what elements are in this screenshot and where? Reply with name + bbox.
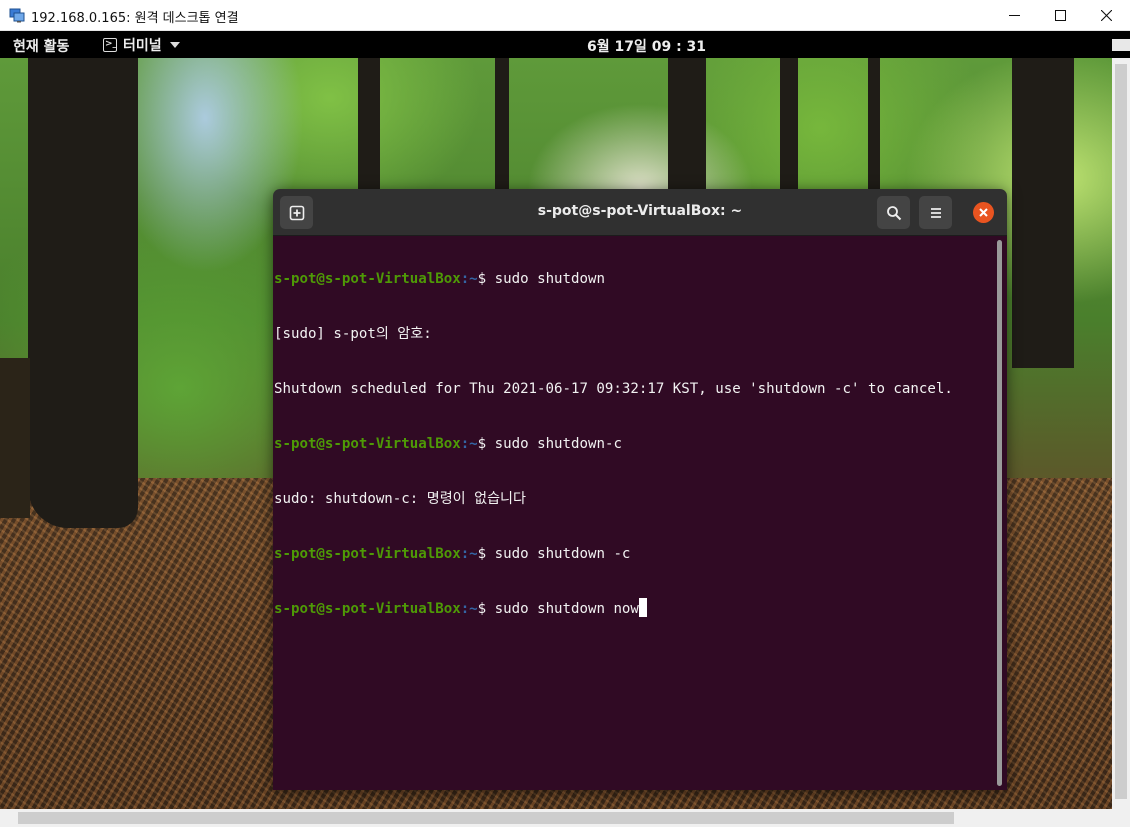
app-menu[interactable]: >_ 터미널 bbox=[103, 35, 180, 55]
output-text: [sudo] s-pot의 암호: bbox=[274, 326, 432, 342]
activities-button[interactable]: 현재 활동 bbox=[13, 36, 69, 56]
close-icon bbox=[979, 208, 988, 217]
wallpaper-trunk bbox=[358, 58, 380, 190]
prompt-user: s-pot@s-pot-VirtualBox bbox=[274, 546, 461, 562]
prompt-symbol: $ bbox=[477, 271, 495, 287]
close-icon bbox=[1100, 10, 1112, 21]
prompt-symbol: $ bbox=[477, 601, 495, 617]
scrollbar-thumb[interactable] bbox=[18, 812, 954, 824]
command-text: sudo shutdown -c bbox=[494, 546, 631, 562]
wallpaper-trunk bbox=[668, 58, 706, 190]
hamburger-menu-icon bbox=[930, 207, 941, 218]
terminal-line: s-pot@s-pot-VirtualBox:~$ sudo shutdown-… bbox=[274, 433, 953, 456]
maximize-button[interactable] bbox=[1037, 0, 1083, 31]
prompt-symbol: $ bbox=[477, 436, 495, 452]
terminal-line: s-pot@s-pot-VirtualBox:~$ sudo shutdown bbox=[274, 268, 953, 291]
terminal-line: s-pot@s-pot-VirtualBox:~$ sudo shutdown … bbox=[274, 598, 953, 621]
menu-button[interactable] bbox=[919, 196, 952, 229]
maximize-icon bbox=[1054, 10, 1066, 21]
command-text: sudo shutdown bbox=[494, 271, 605, 287]
command-input[interactable]: sudo shutdown now bbox=[495, 601, 639, 617]
prompt-path: :~ bbox=[460, 601, 478, 617]
gnome-top-bar: 현재 활동 >_ 터미널 6월 17일 09 : 31 bbox=[0, 31, 1130, 58]
system-tray-edge bbox=[1112, 39, 1130, 51]
remote-desktop-icon bbox=[9, 8, 25, 23]
output-text: sudo: shutdown-c: 명령이 없습니다 bbox=[274, 491, 526, 507]
prompt-user: s-pot@s-pot-VirtualBox bbox=[274, 436, 461, 452]
text-cursor bbox=[638, 598, 647, 617]
terminal-line: s-pot@s-pot-VirtualBox:~$ sudo shutdown … bbox=[274, 543, 953, 566]
prompt-path: :~ bbox=[460, 271, 478, 287]
terminal-app-icon: >_ bbox=[103, 38, 117, 52]
terminal-window[interactable]: s-pot@s-pot-VirtualBox: ~ s-pot@s-pot-Vi… bbox=[273, 189, 1007, 790]
terminal-line: Shutdown scheduled for Thu 2021-06-17 09… bbox=[274, 378, 953, 401]
window-title: 192.168.0.165: 원격 데스크톱 연결 bbox=[31, 11, 239, 26]
close-window-button[interactable] bbox=[1083, 0, 1129, 31]
output-text: Shutdown scheduled for Thu 2021-06-17 09… bbox=[274, 381, 953, 397]
terminal-line: sudo: shutdown-c: 명령이 없습니다 bbox=[274, 488, 953, 511]
rdp-vertical-scrollbar[interactable] bbox=[1112, 58, 1130, 809]
prompt-user: s-pot@s-pot-VirtualBox bbox=[274, 601, 461, 617]
terminal-scrollbar[interactable] bbox=[997, 240, 1002, 786]
prompt-symbol: $ bbox=[477, 546, 495, 562]
wallpaper-trunk bbox=[780, 58, 798, 190]
wallpaper-trunk bbox=[28, 58, 138, 528]
search-button[interactable] bbox=[877, 196, 910, 229]
terminal-close-button[interactable] bbox=[973, 202, 994, 223]
wallpaper-trunk bbox=[0, 358, 30, 518]
rdp-titlebar: 192.168.0.165: 원격 데스크톱 연결 bbox=[0, 0, 1130, 31]
wallpaper-trunk bbox=[868, 58, 880, 190]
clock[interactable]: 6월 17일 09 : 31 bbox=[587, 36, 706, 56]
minimize-icon bbox=[1008, 15, 1020, 16]
terminal-output[interactable]: s-pot@s-pot-VirtualBox:~$ sudo shutdown … bbox=[273, 236, 1007, 790]
wallpaper-trunk bbox=[1012, 58, 1074, 368]
command-text: sudo shutdown-c bbox=[494, 436, 622, 452]
minimize-button[interactable] bbox=[991, 0, 1037, 31]
search-icon bbox=[886, 205, 901, 220]
wallpaper-trunk bbox=[495, 58, 509, 190]
prompt-path: :~ bbox=[460, 436, 478, 452]
prompt-user: s-pot@s-pot-VirtualBox bbox=[274, 271, 461, 287]
terminal-line: [sudo] s-pot의 암호: bbox=[274, 323, 953, 346]
app-menu-label: 터미널 bbox=[123, 38, 162, 54]
chevron-down-icon bbox=[169, 42, 180, 48]
prompt-path: :~ bbox=[460, 546, 478, 562]
scrollbar-thumb[interactable] bbox=[1115, 64, 1127, 799]
terminal-headerbar[interactable]: s-pot@s-pot-VirtualBox: ~ bbox=[273, 189, 1007, 236]
rdp-horizontal-scrollbar[interactable] bbox=[0, 809, 1130, 827]
